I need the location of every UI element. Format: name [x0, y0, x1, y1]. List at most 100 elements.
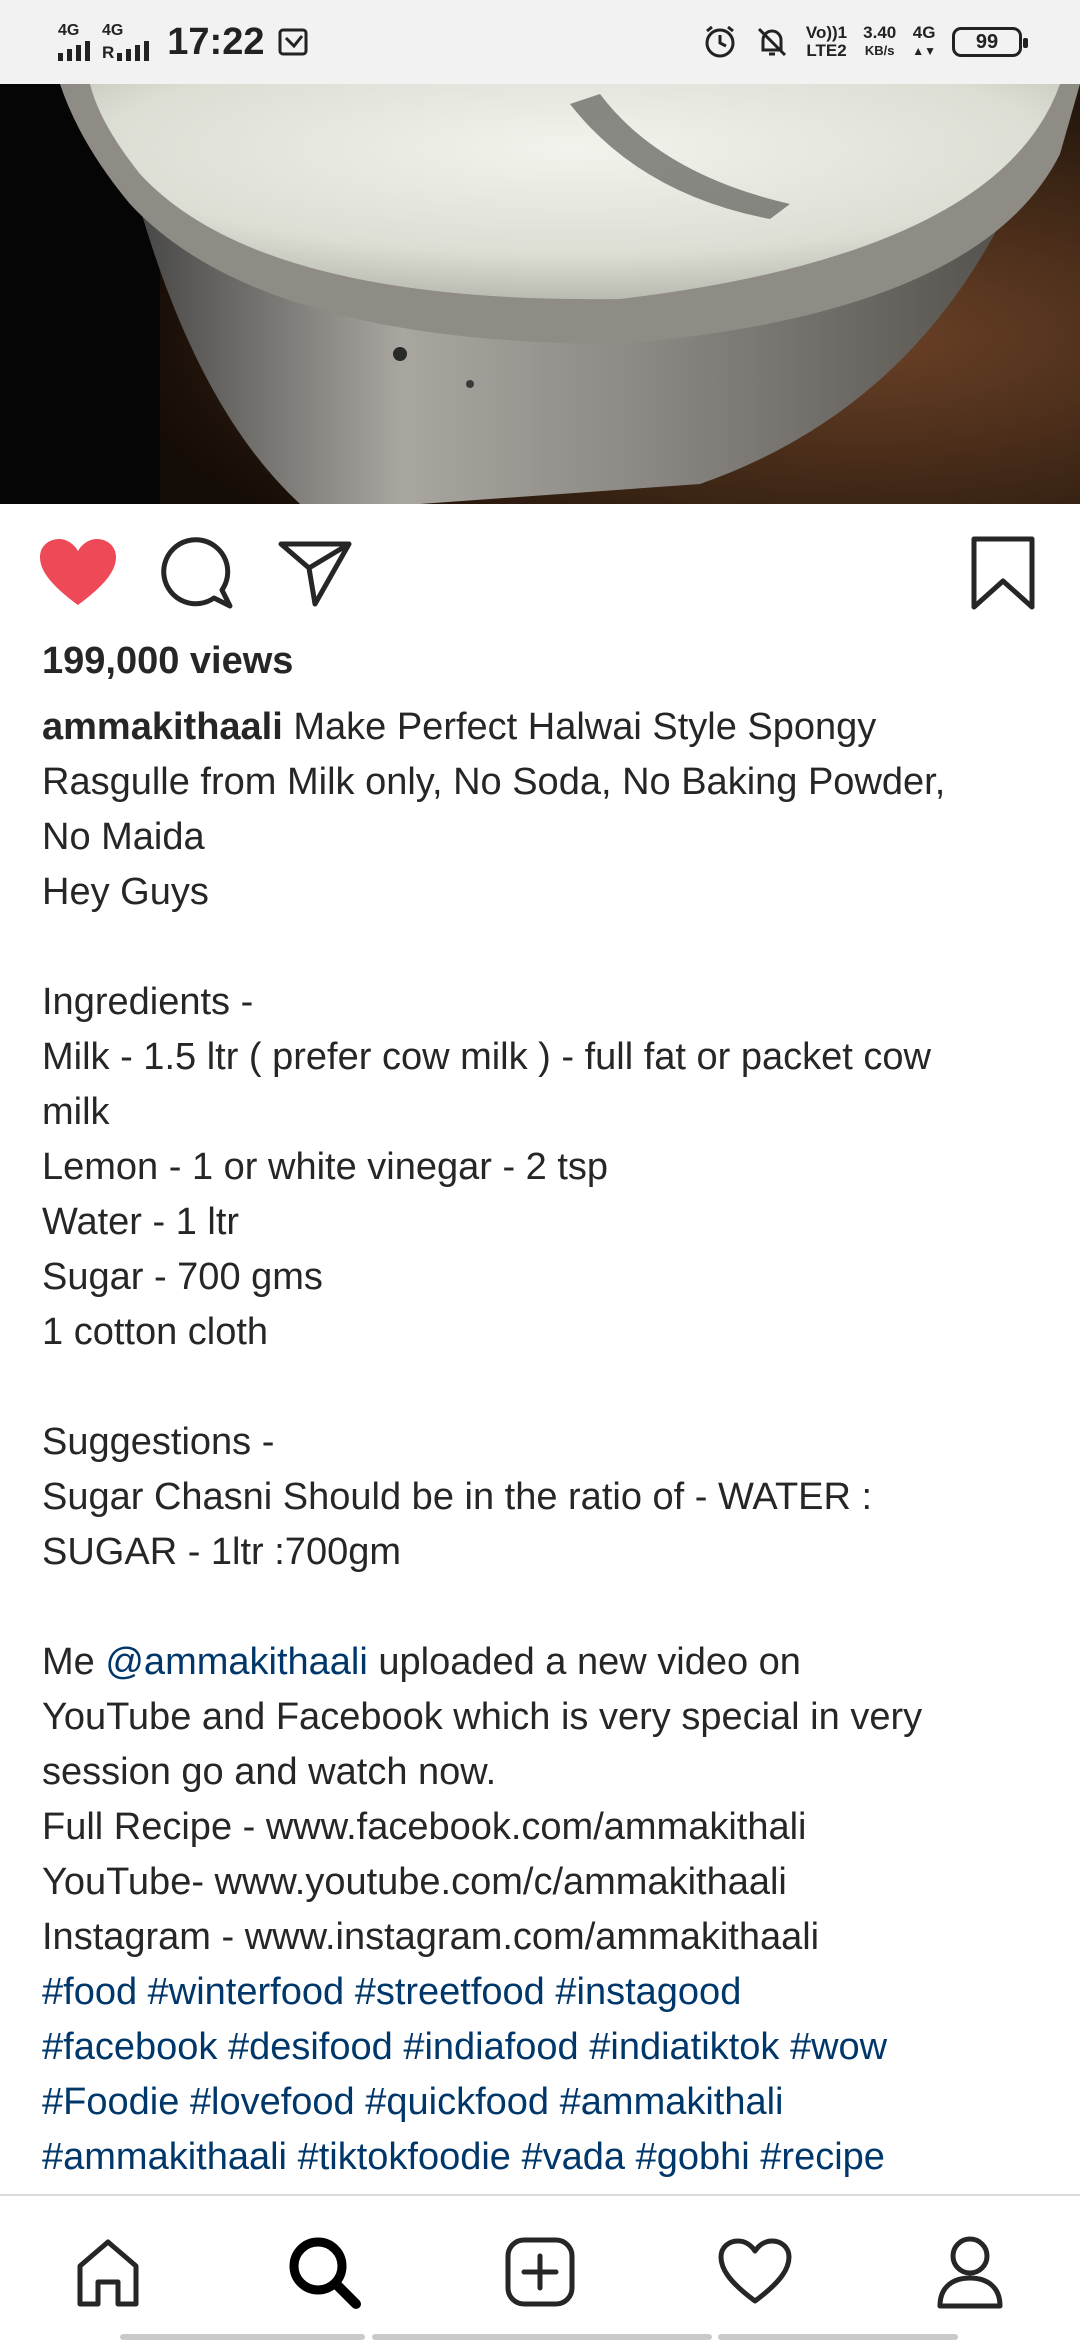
hashtag-link[interactable]: #facebook: [42, 2026, 217, 2068]
like-button[interactable]: [35, 530, 121, 616]
app-root: 4G 4G R 17:22 Vo))1 LTE2 3.40 KB/s 4G ▲▼…: [0, 0, 1080, 2340]
gesture-bar-right: [718, 2334, 958, 2340]
volte-label: Vo))1: [805, 23, 848, 42]
suggestion-line: Sugar Chasni Should be in the ratio of -…: [42, 1476, 873, 1518]
user-mention-link[interactable]: @ammakithaali: [105, 1641, 367, 1683]
heart-icon: [40, 539, 116, 605]
caption-title: Make Perfect Halwai Style Spongy: [282, 706, 877, 748]
ingredient-line: Water - 1 ltr: [42, 1201, 240, 1243]
hashtag-link[interactable]: #quickfood: [365, 2081, 549, 2123]
home-icon: [77, 2239, 139, 2307]
network-speed: 3.40 KB/s: [863, 24, 896, 60]
promo-line: YouTube- www.youtube.com/c/ammakithaali: [42, 1861, 787, 1903]
network-type-3: 4G: [912, 23, 936, 42]
screenshot-icon: [278, 28, 308, 56]
ingredients-header: Ingredients -: [42, 981, 254, 1023]
post-username[interactable]: ammakithaali: [42, 706, 283, 748]
nav-profile[interactable]: [930, 2232, 1010, 2312]
hashtag-row: #Foodie #lovefood #quickfood #ammakithal…: [42, 2075, 1042, 2130]
hashtag-link[interactable]: #ammakithali: [560, 2081, 784, 2123]
hashtag-link[interactable]: #wow: [790, 2026, 887, 2068]
ingredient-line: 1 cotton cloth: [42, 1311, 269, 1353]
ingredient-line: Lemon - 1 or white vinegar - 2 tsp: [42, 1146, 609, 1188]
promo-line: YouTube and Facebook which is very speci…: [42, 1696, 923, 1738]
hashtag-link[interactable]: #tiktokfoodie: [298, 2136, 511, 2178]
hashtag-row: #ammakithaali #tiktokfoodie #vada #gobhi…: [42, 2130, 1042, 2185]
hashtag-link[interactable]: #winterfood: [148, 1971, 344, 2013]
lte-label: LTE2: [806, 41, 847, 60]
network-type-2: 4G: [102, 22, 124, 39]
post-actions: [0, 530, 1080, 616]
promo-suffix: uploaded a new video on: [367, 1641, 801, 1683]
promo-first-line: Me @ammakithaali uploaded a new video on: [42, 1635, 1042, 1690]
nav-new-post[interactable]: [500, 2232, 580, 2312]
nav-search[interactable]: [284, 2232, 364, 2312]
alarm-icon: [705, 25, 735, 58]
status-left: 4G 4G R 17:22: [58, 21, 312, 64]
post-caption: ammakithaali Make Perfect Halwai Style S…: [42, 700, 1042, 2185]
nav-home[interactable]: [68, 2232, 148, 2312]
hashtag-link[interactable]: #gobhi: [636, 2136, 750, 2178]
view-count[interactable]: 199,000 views: [42, 640, 293, 683]
hashtag-row: #facebook #desifood #indiafood #indiatik…: [42, 2020, 1042, 2075]
hashtag-link[interactable]: #ammakithaali: [42, 2136, 287, 2178]
caption-line: No Maida: [42, 816, 205, 858]
hashtag-link[interactable]: #Foodie: [42, 2081, 179, 2123]
share-button[interactable]: [272, 530, 358, 616]
caption-line: Rasgulle from Milk only, No Soda, No Bak…: [42, 761, 946, 803]
hashtag-link[interactable]: #recipe: [760, 2136, 885, 2178]
caption-line: Hey Guys: [42, 871, 209, 913]
gesture-bar-center: [372, 2334, 712, 2340]
hashtag-link[interactable]: #lovefood: [190, 2081, 355, 2123]
hashtag-link[interactable]: #instagood: [555, 1971, 741, 2013]
add-post-icon: [505, 2237, 575, 2307]
signal-bars-1-icon: [58, 39, 90, 61]
hashtag-link[interactable]: #streetfood: [355, 1971, 545, 2013]
suggestion-line: SUGAR - 1ltr :700gm: [42, 1531, 401, 1573]
nav-activity[interactable]: [715, 2232, 795, 2312]
battery-level: 99: [975, 30, 999, 53]
suggestions-header: Suggestions -: [42, 1421, 275, 1463]
volte-indicator: Vo))1 LTE2: [806, 24, 847, 60]
gesture-bar-left: [120, 2334, 365, 2340]
search-icon: [289, 2237, 361, 2309]
signal-bars-2-icon: [117, 39, 150, 61]
data-indicator: 4G ▲▼: [912, 24, 936, 60]
promo-line: Full Recipe - www.facebook.com/ammakitha…: [42, 1806, 807, 1848]
bottom-navigation: [0, 2194, 1080, 2340]
status-right: Vo))1 LTE2 3.40 KB/s 4G ▲▼ 99: [702, 24, 1028, 60]
speed-unit: KB/s: [864, 43, 895, 58]
save-button[interactable]: [960, 530, 1046, 616]
promo-line: session go and watch now.: [42, 1751, 497, 1793]
comment-button[interactable]: [154, 530, 240, 616]
comment-icon: [161, 537, 233, 609]
hashtag-row: #food #winterfood #streetfood #instagood: [42, 1965, 1042, 2020]
status-bar: 4G 4G R 17:22 Vo))1 LTE2 3.40 KB/s 4G ▲▼…: [0, 0, 1080, 84]
promo-line: Instagram - www.instagram.com/ammakithaa…: [42, 1916, 820, 1958]
hashtag-link[interactable]: #indiatiktok: [589, 2026, 779, 2068]
network-type-1: 4G: [58, 22, 80, 39]
roaming-indicator: R: [102, 43, 115, 62]
post-video[interactable]: [0, 84, 1080, 504]
bookmark-icon: [971, 536, 1035, 610]
speed-value: 3.40: [863, 23, 897, 42]
hashtag-link[interactable]: #vada: [522, 2136, 626, 2178]
data-arrows-icon: ▲▼: [912, 44, 936, 58]
send-icon: [278, 541, 352, 607]
activity-heart-icon: [718, 2238, 792, 2304]
promo-prefix: Me: [42, 1641, 106, 1683]
caption-first-line: ammakithaali Make Perfect Halwai Style S…: [42, 700, 1042, 755]
ingredient-line: Milk - 1.5 ltr ( prefer cow milk ) - ful…: [42, 1036, 931, 1078]
video-frame-image: [0, 84, 1080, 504]
hashtag-link[interactable]: #indiafood: [403, 2026, 578, 2068]
hashtag-link[interactable]: #food: [42, 1971, 137, 2013]
mute-bell-icon: [757, 27, 786, 57]
ingredient-line: Sugar - 700 gms: [42, 1256, 323, 1298]
battery-icon: 99: [952, 27, 1028, 57]
hashtag-link[interactable]: #desifood: [228, 2026, 393, 2068]
ingredient-line: milk: [42, 1091, 110, 1133]
signal-sim2: 4G R: [102, 22, 150, 62]
